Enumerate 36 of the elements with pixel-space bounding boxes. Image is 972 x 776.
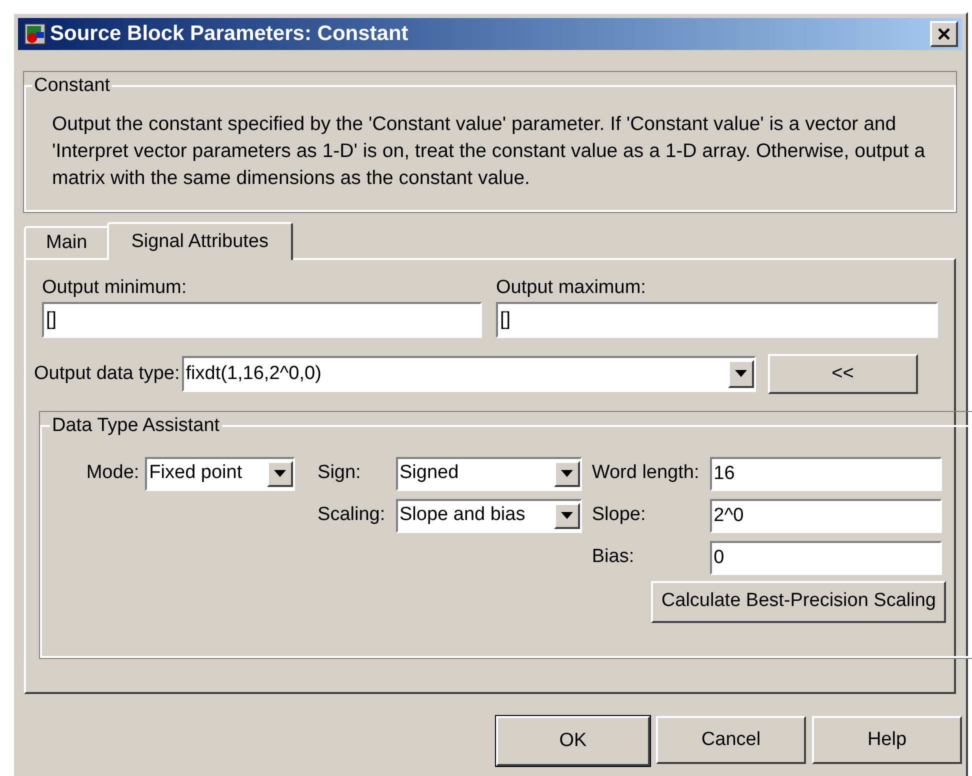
input-field[interactable]: 2^0: [710, 498, 942, 532]
field-label: Slope:: [592, 503, 647, 528]
caret-icon: [560, 470, 572, 478]
field-label: Output data type:: [34, 362, 180, 386]
dialog-button[interactable]: Help: [812, 716, 962, 764]
dialog-button[interactable]: OK: [496, 716, 650, 766]
close-icon: [937, 27, 951, 41]
dropdown[interactable]: Signed: [396, 456, 582, 490]
dropdown[interactable]: Slope and bias: [396, 498, 582, 532]
caret-icon: [734, 370, 747, 378]
field-label: Output minimum:: [42, 276, 188, 300]
field-label: Sign:: [318, 461, 362, 486]
tab[interactable]: Signal Attributes: [107, 222, 292, 260]
calculate-scaling-button[interactable]: Calculate Best-Precision Scaling: [651, 580, 946, 622]
field-label: Output maximum:: [496, 276, 647, 300]
dropdown[interactable]: fixdt(1,16,2^0,0): [182, 356, 756, 392]
caret-icon: [274, 470, 286, 478]
field-label: Word length:: [592, 461, 700, 486]
field-label: Bias:: [592, 545, 636, 570]
tab[interactable]: Main: [24, 226, 110, 258]
toggle-assistant-button[interactable]: <<: [768, 354, 918, 394]
field-label: Scaling:: [318, 503, 386, 528]
field-label: Mode:: [85, 461, 140, 486]
dropdown[interactable]: Fixed point: [145, 456, 296, 490]
close-button[interactable]: [930, 21, 958, 47]
window-title: Source Block Parameters: Constant: [50, 21, 408, 48]
description-text: Output the constant specified by the 'Constant value' parameter. If 'Constant value' is a vector and 'Interpret vector parameters as 1-D' is on, treat the constant value as a 1-D array. Otherwise, output a matrix with the same dimensions as the constant value.: [52, 112, 926, 190]
group-label: Constant: [33, 74, 112, 98]
input-field[interactable]: 0: [710, 540, 942, 574]
app-icon: [24, 23, 46, 45]
input-field[interactable]: []: [42, 302, 482, 338]
input-field[interactable]: 16: [710, 456, 942, 490]
dialog-button[interactable]: Cancel: [656, 716, 806, 764]
group-label: Data Type Assistant: [51, 414, 221, 438]
caret-icon: [560, 512, 572, 520]
input-field[interactable]: []: [496, 302, 938, 338]
